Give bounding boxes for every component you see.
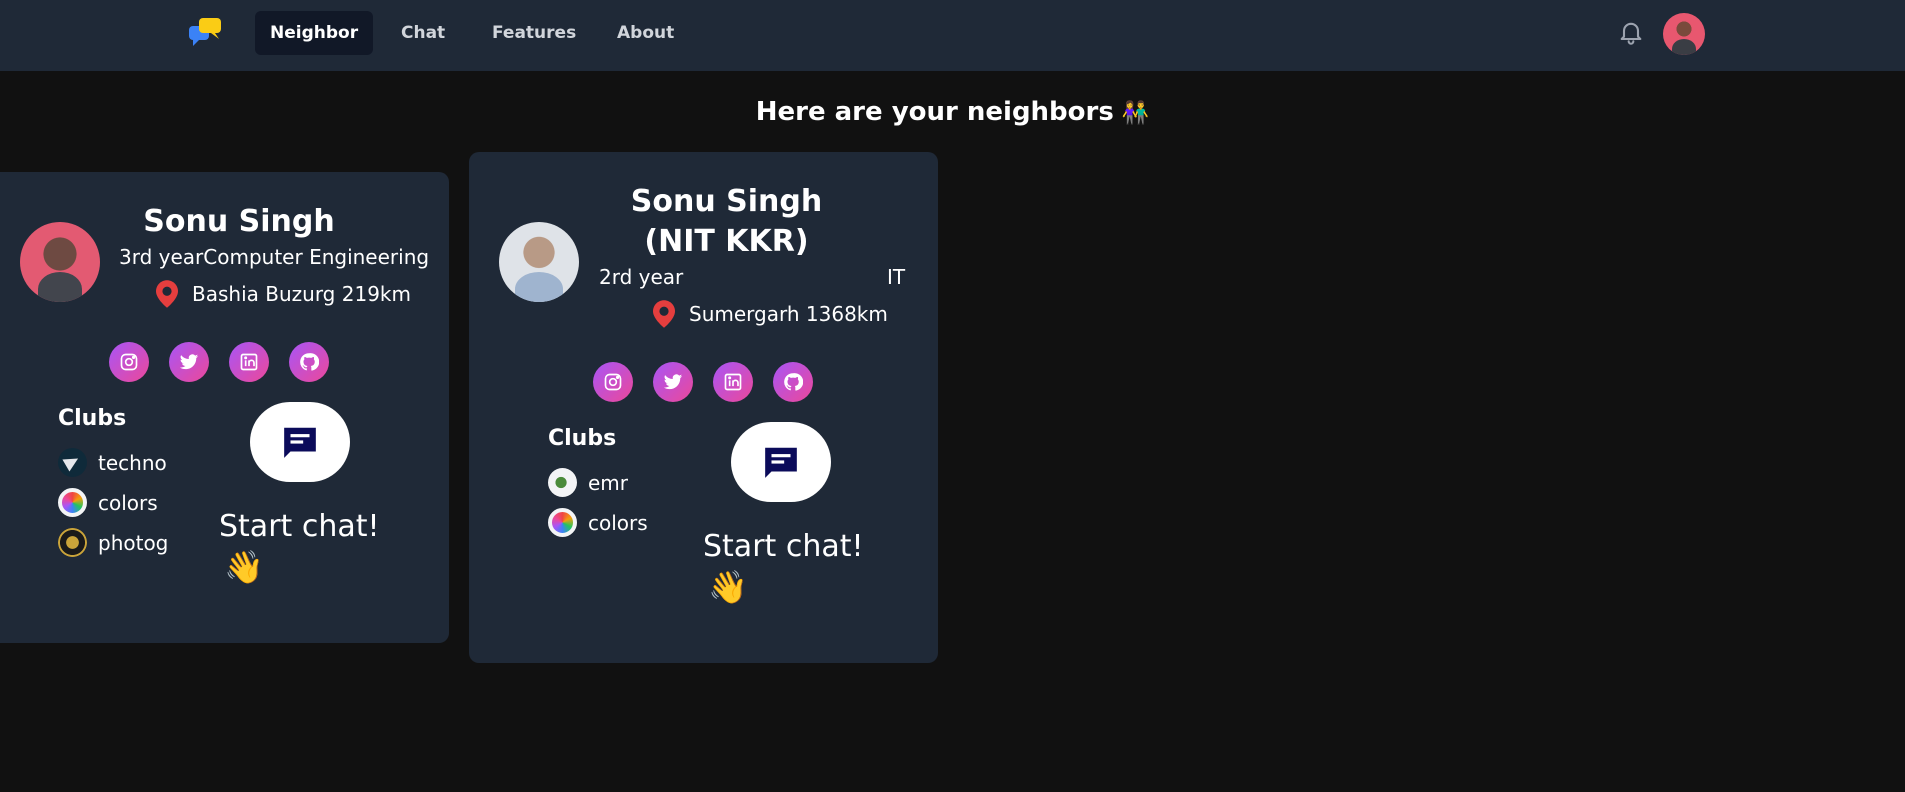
github-icon[interactable] — [773, 362, 813, 402]
neighbor-branch: Computer Engineering — [203, 245, 430, 269]
top-navbar: Neighbor Chat Features About — [0, 0, 1905, 71]
neighbor-location: Bashia Buzurg 219km — [156, 280, 411, 308]
neighbor-avatar — [499, 222, 579, 302]
instagram-icon[interactable] — [593, 362, 633, 402]
neighbor-branch: IT — [887, 265, 906, 289]
location-distance: 219km — [341, 282, 411, 306]
waving-hand-icon: 👋 — [708, 568, 748, 606]
colors-club-icon — [58, 488, 87, 517]
page-title-text: Here are your neighbors — [755, 97, 1114, 127]
location-name: Bashia Buzurg — [192, 282, 336, 306]
twitter-icon[interactable] — [169, 342, 209, 382]
techno-club-icon — [58, 448, 87, 477]
club-label: photog — [98, 530, 169, 555]
neighbor-year: 2rd year — [599, 265, 684, 289]
page-title: Here are your neighbors 👫 — [0, 97, 1905, 127]
club-label: colors — [588, 510, 648, 535]
nav-link-features[interactable]: Features — [477, 11, 591, 55]
neighbor-card: Sonu Singh (NIT KKR) 2rd year IT Sumerga… — [469, 152, 938, 663]
social-links — [109, 342, 329, 382]
nav-link-chat[interactable]: Chat — [386, 11, 460, 55]
github-icon[interactable] — [289, 342, 329, 382]
neighbor-name: Sonu Singh (NIT KKR) — [630, 184, 823, 259]
linkedin-icon[interactable] — [713, 362, 753, 402]
location-distance: 1368km — [805, 302, 888, 326]
clubs-title: Clubs — [58, 406, 127, 431]
neighbor-location: Sumergarh 1368km — [653, 300, 888, 328]
couple-emoji-icon: 👫 — [1121, 101, 1150, 126]
neighbor-avatar — [20, 222, 100, 302]
location-pin-icon — [653, 300, 675, 328]
neighbor-year-branch: 3rd yearComputer Engineering — [119, 245, 429, 269]
start-chat-label: Start chat! — [703, 529, 864, 564]
start-chat-button[interactable] — [250, 402, 350, 482]
location-pin-icon — [156, 280, 178, 308]
social-links — [593, 362, 813, 402]
clubs-title: Clubs — [548, 426, 617, 451]
neighbor-card: Sonu Singh 3rd yearComputer Engineering … — [0, 172, 449, 643]
club-item[interactable]: emr — [548, 468, 628, 497]
club-item[interactable]: colors — [58, 488, 158, 517]
chat-bubbles-logo-icon[interactable] — [189, 18, 221, 46]
waving-hand-icon: 👋 — [224, 548, 264, 586]
message-icon — [765, 447, 797, 478]
neighbor-year: 3rd year — [119, 245, 204, 269]
club-label: techno — [98, 450, 167, 475]
twitter-icon[interactable] — [653, 362, 693, 402]
instagram-icon[interactable] — [109, 342, 149, 382]
neighbor-name: Sonu Singh — [143, 204, 335, 239]
start-chat-label: Start chat! — [219, 509, 380, 544]
message-icon — [284, 427, 316, 458]
location-name: Sumergarh — [689, 302, 800, 326]
club-label: colors — [98, 490, 158, 515]
linkedin-icon[interactable] — [229, 342, 269, 382]
bell-icon[interactable] — [1617, 17, 1645, 47]
colors-club-icon — [548, 508, 577, 537]
start-chat-button[interactable] — [731, 422, 831, 502]
club-label: emr — [588, 470, 629, 495]
nav-link-about[interactable]: About — [602, 11, 689, 55]
nav-link-neighbor[interactable]: Neighbor — [255, 11, 374, 55]
club-item[interactable]: photog — [58, 528, 168, 557]
club-item[interactable]: techno — [58, 448, 167, 477]
user-avatar[interactable] — [1663, 13, 1705, 55]
photog-club-icon — [58, 528, 87, 557]
emr-club-icon — [548, 468, 577, 497]
club-item[interactable]: colors — [548, 508, 648, 537]
